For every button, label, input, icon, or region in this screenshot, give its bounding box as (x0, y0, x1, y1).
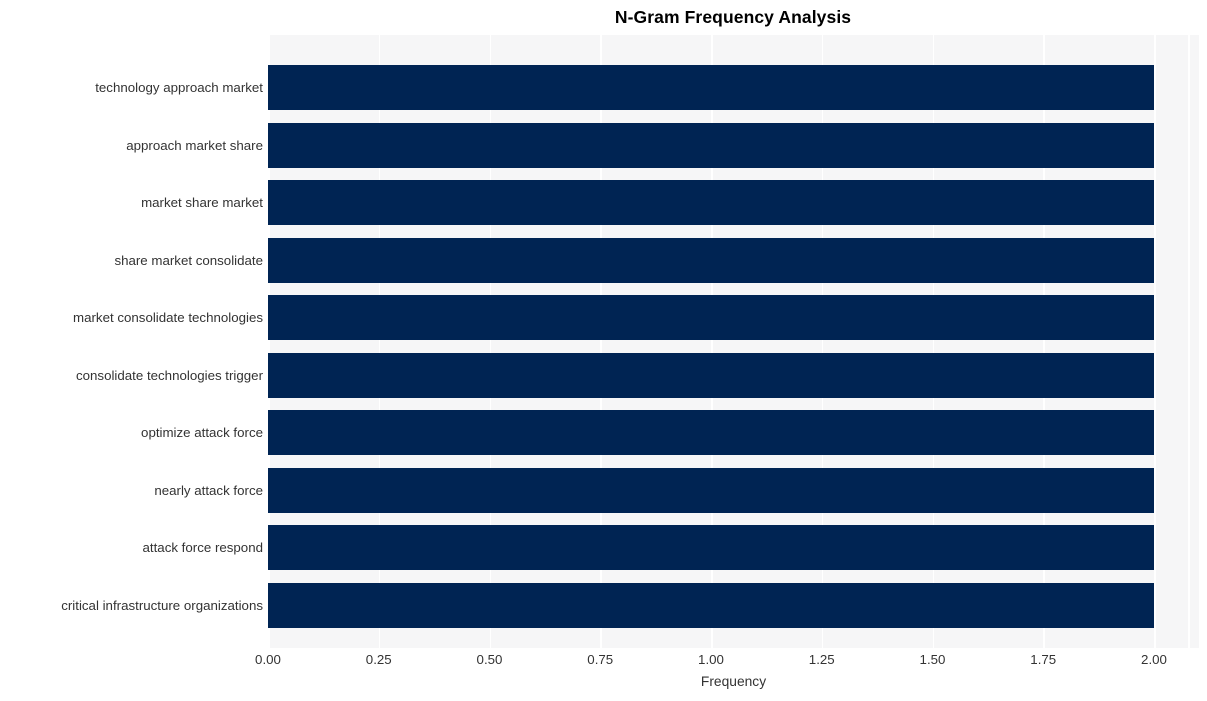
bar (268, 410, 1154, 455)
y-axis-tick-labels: technology approach market approach marke… (0, 35, 263, 648)
x-axis-tick-label: 1.50 (919, 652, 946, 667)
bar (268, 295, 1154, 340)
y-axis-tick-label: market share market (141, 195, 263, 210)
y-axis-tick-label: approach market share (126, 137, 263, 153)
x-axis-tick-label: 1.25 (808, 652, 835, 667)
y-axis-tick-label: share market consolidate (114, 252, 263, 268)
y-axis-tick-label: market consolidate technologies (73, 310, 263, 325)
x-axis-tick-label: 0.00 (255, 652, 281, 667)
bar-series (268, 35, 1199, 648)
y-axis-tick-label: nearly attack force (154, 482, 263, 498)
bar (268, 237, 1154, 283)
y-axis-tick-label: critical infrastructure organizations (61, 597, 263, 613)
bar (268, 180, 1154, 225)
bar (268, 467, 1154, 513)
x-axis-tick-label: 0.75 (587, 652, 614, 667)
y-axis-tick-label: attack force respond (142, 540, 263, 555)
y-axis-tick-label: consolidate technologies trigger (75, 367, 263, 383)
y-axis-tick-label: optimize attack force (141, 425, 263, 440)
plot-area (268, 35, 1199, 648)
x-axis-tick-label: 1.00 (698, 652, 724, 667)
y-axis-tick-label: technology approach market (95, 80, 263, 95)
x-axis-tick-label: 1.75 (1030, 652, 1057, 667)
bar (268, 122, 1154, 168)
x-axis-title: Frequency (700, 674, 767, 689)
bar (268, 65, 1154, 110)
page-title: N-Gram Frequency Analysis (614, 7, 852, 27)
x-axis-tick-labels: 0.00 0.25 0.50 0.75 1.00 1.25 1.50 1.75 2.00 (255, 652, 1199, 670)
bar (268, 525, 1154, 570)
x-axis-tick-label: 0.50 (476, 652, 503, 667)
bar (268, 582, 1154, 628)
bar (268, 352, 1154, 398)
x-axis-tick-label: 0.25 (365, 652, 392, 667)
x-axis-tick-label: 2.00 (1141, 652, 1167, 667)
